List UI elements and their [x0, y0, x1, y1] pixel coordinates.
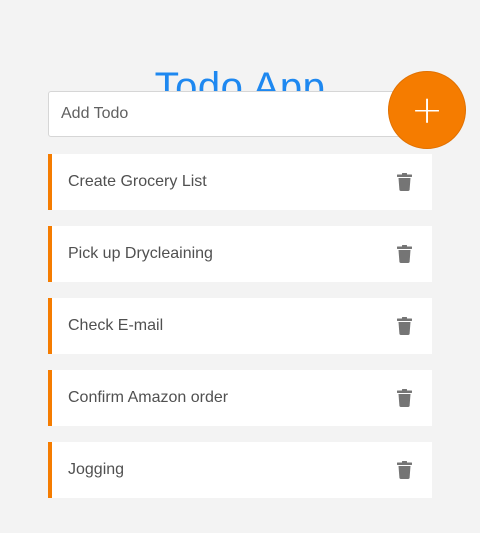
trash-icon[interactable] — [397, 317, 412, 335]
trash-icon[interactable] — [397, 461, 412, 479]
todo-text: Jogging — [68, 461, 125, 478]
todo-list: Create Grocery List Pick up Drycleaining… — [48, 154, 432, 514]
todo-text: Check E-mail — [68, 317, 164, 334]
todo-item: Pick up Drycleaining — [48, 226, 432, 282]
todo-item: Check E-mail — [48, 298, 432, 354]
todo-text: Confirm Amazon order — [68, 389, 229, 406]
trash-icon[interactable] — [397, 173, 412, 191]
todo-item: Confirm Amazon order — [48, 370, 432, 426]
todo-item: Jogging — [48, 442, 432, 498]
todo-text: Create Grocery List — [68, 173, 207, 190]
add-todo-button[interactable]: + — [388, 71, 466, 149]
add-todo-form — [48, 91, 432, 137]
add-todo-input[interactable] — [48, 91, 432, 137]
trash-icon[interactable] — [397, 389, 412, 407]
todo-item: Create Grocery List — [48, 154, 432, 210]
trash-icon[interactable] — [397, 245, 412, 263]
todo-text: Pick up Drycleaining — [68, 245, 213, 262]
